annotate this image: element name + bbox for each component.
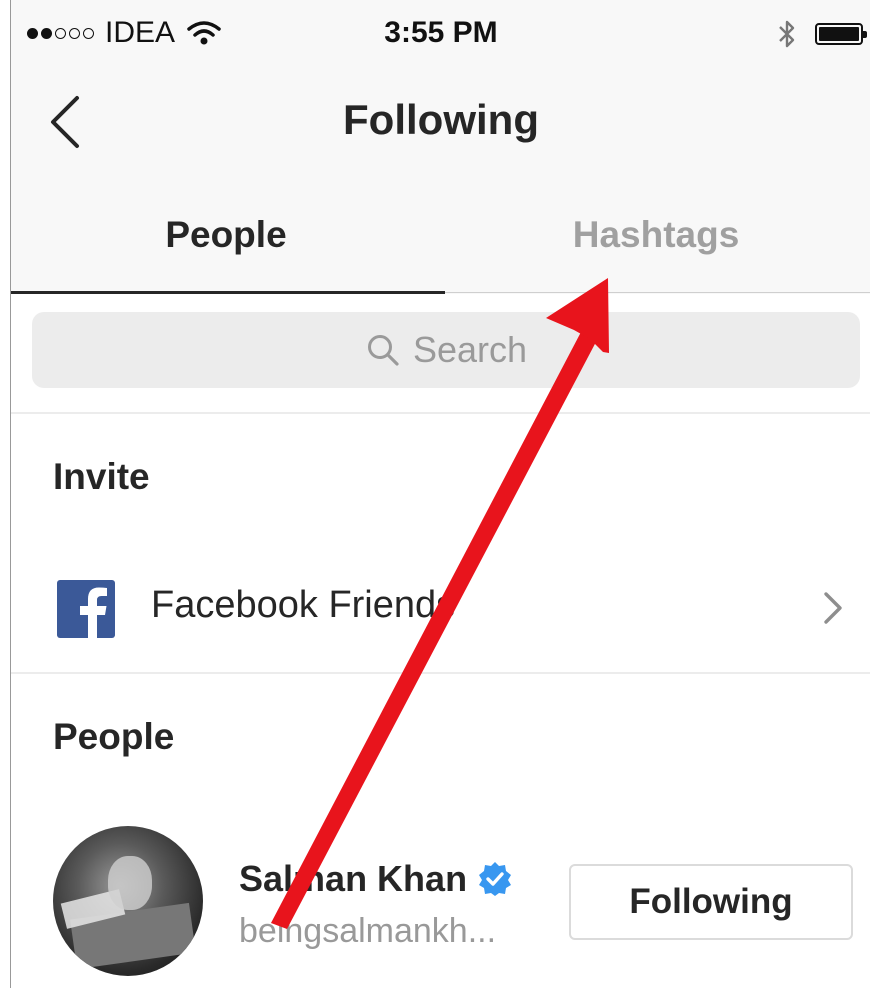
person-name[interactable]: Salman Khan — [239, 858, 513, 900]
section-title-invite: Invite — [53, 456, 150, 497]
bluetooth-icon — [779, 20, 795, 48]
list-item[interactable]: Salman Khan beingsalmankh... Following — [11, 820, 870, 988]
battery-icon — [815, 23, 867, 45]
tab-hashtags[interactable]: Hashtags — [441, 176, 870, 294]
page-title: Following — [343, 96, 539, 143]
phone-screen: IDEA 3:55 PM Following People Hashtags S… — [10, 0, 870, 988]
nav-bar: Following — [11, 66, 870, 176]
facebook-friends-row[interactable]: Facebook Friends — [11, 540, 870, 674]
facebook-friends-label: Facebook Friends — [151, 584, 456, 626]
facebook-icon — [57, 580, 115, 638]
search-input[interactable]: Search — [32, 312, 860, 388]
section-title-people: People — [53, 716, 175, 757]
person-handle: beingsalmankh... — [239, 912, 497, 950]
tab-divider — [445, 292, 870, 293]
status-right — [777, 18, 867, 50]
chevron-right-icon — [824, 592, 842, 624]
search-icon — [367, 335, 399, 366]
search-placeholder: Search — [412, 329, 528, 370]
status-time: 3:55 PM — [384, 16, 498, 49]
verified-badge-icon — [479, 862, 512, 896]
tab-bar: People Hashtags — [11, 176, 870, 294]
following-button[interactable]: Following — [569, 864, 853, 940]
search-section: Search — [11, 294, 870, 414]
tab-people[interactable]: People — [11, 176, 441, 294]
status-bar: IDEA 3:55 PM — [11, 0, 870, 66]
avatar[interactable] — [53, 826, 203, 976]
person-name-text: Salman Khan — [239, 858, 468, 899]
